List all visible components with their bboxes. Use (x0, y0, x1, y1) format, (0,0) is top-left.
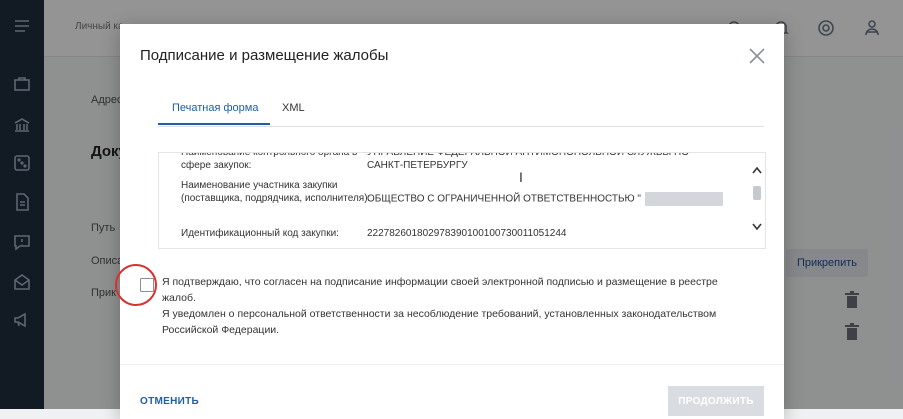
dialog-title: Подписание и размещение жалобы (140, 47, 389, 64)
row-key: Идентификационный код закупки: (181, 228, 339, 239)
liability-statement: Я уведомлен о персональной ответственнос… (162, 308, 717, 336)
scrollbar-thumb[interactable] (753, 186, 761, 200)
row-value: ОБЩЕСТВО С ОГРАНИЧЕННОЙ ОТВЕТСТВЕННОСТЬЮ… (367, 192, 723, 206)
footer-divider (120, 364, 784, 365)
row-value: 222782601802978390100100730011051244 (367, 228, 567, 239)
text-cursor-icon: I (519, 169, 523, 185)
row-key: Наименование контрольного органа в сфере… (181, 152, 358, 171)
consent-text: Я подтверждаю, что согласен на подписани… (162, 274, 752, 338)
row-key: Наименование участника закупки (поставщи… (181, 180, 371, 204)
consent-statement: Я подтверждаю, что согласен на подписани… (162, 276, 718, 304)
highlight-circle (115, 264, 157, 306)
dialog-tabs: Печатная форма XML (158, 96, 764, 127)
close-icon[interactable] (748, 47, 766, 65)
active-tab-indicator (158, 123, 270, 125)
chevron-down-icon[interactable] (752, 223, 762, 231)
continue-button[interactable]: ПРОДОЛЖИТЬ (668, 386, 764, 416)
chevron-up-icon[interactable] (752, 166, 762, 174)
row-value: УПРАВЛЕНИЕ ФЕДЕРАЛЬНОЙ АНТИМОНОПОЛЬНОЙ С… (367, 152, 689, 171)
complaint-details-table: Наименование контрольного органа в сфере… (158, 152, 766, 249)
table-scrollbar[interactable] (749, 153, 765, 248)
cancel-button[interactable]: ОТМЕНИТЬ (140, 396, 199, 407)
sign-complaint-dialog: Подписание и размещение жалобы Печатная … (120, 24, 784, 419)
tab-xml[interactable]: XML (282, 102, 305, 114)
tab-print-form[interactable]: Печатная форма (172, 102, 258, 114)
redacted-name (644, 192, 723, 206)
